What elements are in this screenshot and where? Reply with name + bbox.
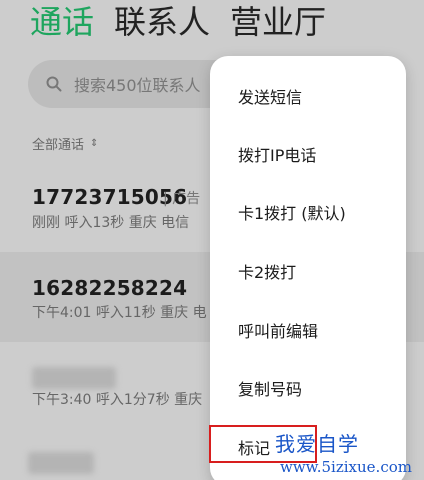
menu-item-sim1-call[interactable]: 卡1拨打 (默认) (238, 200, 346, 224)
blurred-contact-name (32, 367, 116, 389)
menu-item-send-sms[interactable]: 发送短信 (238, 84, 302, 108)
call-filter-label: 全部通话 (32, 138, 85, 153)
menu-item-sim2-call[interactable]: 卡2拨打 (238, 259, 296, 283)
search-placeholder: 搜索450位联系人 (74, 76, 201, 95)
chevron-updown-icon: ⇕ (90, 138, 99, 149)
tab-contacts[interactable]: 联系人 (114, 2, 210, 42)
menu-item-edit-before-call[interactable]: 呼叫前编辑 (238, 318, 318, 342)
blurred-contact-name (28, 452, 94, 474)
menu-item-copy-number[interactable]: 复制号码 (238, 376, 302, 400)
call-filter-dropdown[interactable]: 全部通话 ⇕ (32, 134, 98, 153)
menu-item-ip-call[interactable]: 拨打IP电话 (238, 142, 316, 166)
call-meta: 下午4:01 呼入11秒 重庆 电 (32, 305, 207, 321)
watermark-url: www.5izixue.com (280, 458, 412, 476)
tab-calls[interactable]: 通话 (30, 2, 94, 42)
search-icon (46, 76, 62, 92)
call-log-screen: 通话 联系人 营业厅 搜索450位联系人 全部通话 ⇕ 17723715056 … (0, 0, 424, 480)
call-meta: 刚刚 呼入13秒 重庆 电信 (32, 215, 190, 231)
context-menu: 发送短信 拨打IP电话 卡1拨打 (默认) 卡2拨打 呼叫前编辑 复制号码 标记 (210, 56, 406, 480)
call-meta: 下午3:40 呼入1分7秒 重庆 (32, 392, 203, 408)
tab-service-hall[interactable]: 营业厅 (230, 2, 326, 42)
top-tabs: 通话 联系人 营业厅 (30, 2, 346, 42)
call-tag: | 广告 (163, 191, 201, 207)
watermark-title: 我爱自学 (275, 432, 359, 456)
call-number: 16282258224 (32, 276, 188, 300)
